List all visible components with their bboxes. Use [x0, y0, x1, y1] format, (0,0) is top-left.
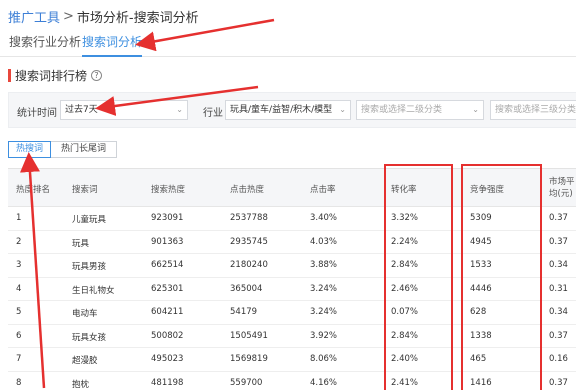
- arrow-to-hot-button: [19, 152, 46, 389]
- arrow-to-tab: [135, 18, 275, 52]
- annotation-arrows: [19, 18, 275, 389]
- arrow-to-period: [95, 85, 259, 116]
